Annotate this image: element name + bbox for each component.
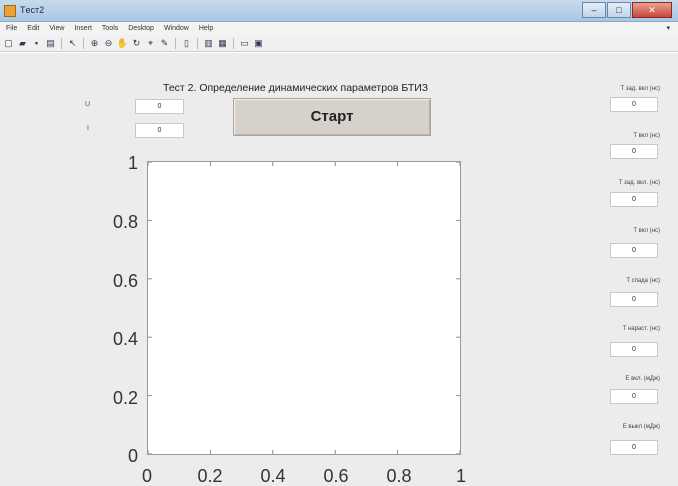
param-label: T нараст. (нс) xyxy=(622,326,660,332)
y-tick-label: 0.2 xyxy=(112,388,138,408)
toolbar-separator xyxy=(175,37,176,49)
pointer-icon[interactable]: ↖ xyxy=(67,38,78,49)
window-titlebar: Tест2 – □ ✕ xyxy=(0,0,678,22)
x-tick-label: 0.2 xyxy=(197,466,223,486)
rotate-icon[interactable]: ↻ xyxy=(131,38,142,49)
legend-icon[interactable]: ▦ xyxy=(217,38,228,49)
param-field[interactable]: 0 xyxy=(610,144,658,159)
y-tick-label: 0.6 xyxy=(112,271,138,291)
y-tick-label: 0.4 xyxy=(112,329,138,349)
param-field[interactable]: 0 xyxy=(610,389,658,404)
pan-icon[interactable]: ✋ xyxy=(117,38,128,49)
voltage-label: U xyxy=(85,101,91,108)
data-cursor-icon[interactable]: ⌖ xyxy=(145,38,156,49)
param-label: T вкл (нс) xyxy=(633,228,660,234)
param-field[interactable]: 0 xyxy=(610,440,658,455)
start-button[interactable]: Старт xyxy=(233,98,431,136)
new-icon[interactable]: ▢ xyxy=(3,38,14,49)
colorbar-icon[interactable]: ▥ xyxy=(203,38,214,49)
current-label: I xyxy=(87,125,89,132)
y-tick-label: 1 xyxy=(127,153,138,173)
x-tick-label: 1 xyxy=(455,466,466,486)
x-tick-label: 0 xyxy=(141,466,152,486)
maximize-button[interactable]: □ xyxy=(607,2,631,18)
toolbar-separator xyxy=(233,37,234,49)
param-label: T зад. вкл (нс) xyxy=(620,86,660,92)
figure-toolbar: ▢ ▰ ▪ ▤ ↖ ⊕ ⊖ ✋ ↻ ⌖ ✎ ▯ ▥ ▦ ▭ ▣ xyxy=(0,35,678,52)
plot-axes xyxy=(147,161,461,455)
open-icon[interactable]: ▰ xyxy=(17,38,28,49)
toolbar-separator xyxy=(61,37,62,49)
menu-file[interactable]: File xyxy=(6,25,17,32)
param-label: E вкл. (мДж) xyxy=(625,376,660,382)
menu-desktop[interactable]: Desktop xyxy=(128,25,154,32)
toolbar-separator xyxy=(197,37,198,49)
menu-help[interactable]: Help xyxy=(199,25,213,32)
save-icon[interactable]: ▪ xyxy=(31,38,42,49)
show-plot-icon[interactable]: ▣ xyxy=(253,38,264,49)
x-tick-label: 0.4 xyxy=(260,466,286,486)
menu-tools[interactable]: Tools xyxy=(102,25,118,32)
y-tick-label: 0 xyxy=(127,446,138,466)
param-field[interactable]: 0 xyxy=(610,292,658,307)
close-button[interactable]: ✕ xyxy=(632,2,672,18)
matlab-app-icon xyxy=(4,5,16,17)
window-title: Tест2 xyxy=(20,5,45,15)
y-tick-label: 0.8 xyxy=(112,212,138,232)
window-controls: – □ ✕ xyxy=(582,2,672,18)
menu-edit[interactable]: Edit xyxy=(27,25,39,32)
page-title: Тест 2. Определение динамических парамет… xyxy=(163,82,429,94)
print-icon[interactable]: ▤ xyxy=(45,38,56,49)
param-field[interactable]: 0 xyxy=(610,243,658,258)
menu-overflow-icon[interactable]: ▾ xyxy=(666,24,670,32)
param-label: T зад. вкл. (нс) xyxy=(618,180,660,186)
x-tick-label: 0.8 xyxy=(386,466,412,486)
x-tick-label: 0.6 xyxy=(323,466,349,486)
param-field[interactable]: 0 xyxy=(610,97,658,112)
param-label: E выкл (мДж) xyxy=(622,424,660,430)
menu-bar: File Edit View Insert Tools Desktop Wind… xyxy=(0,22,678,35)
hide-plot-icon[interactable]: ▭ xyxy=(239,38,250,49)
zoom-in-icon[interactable]: ⊕ xyxy=(89,38,100,49)
voltage-field[interactable]: 0 xyxy=(135,99,184,114)
current-field[interactable]: 0 xyxy=(135,123,184,138)
param-field[interactable]: 0 xyxy=(610,192,658,207)
brush-icon[interactable]: ✎ xyxy=(159,38,170,49)
zoom-out-icon[interactable]: ⊖ xyxy=(103,38,114,49)
plot-svg xyxy=(148,162,460,454)
minimize-button[interactable]: – xyxy=(582,2,606,18)
param-label: T вкл (нс) xyxy=(633,133,660,139)
toolbar-separator xyxy=(83,37,84,49)
menu-view[interactable]: View xyxy=(49,25,64,32)
menu-insert[interactable]: Insert xyxy=(74,25,92,32)
param-label: T спада (нс) xyxy=(626,278,660,284)
param-field[interactable]: 0 xyxy=(610,342,658,357)
link-icon[interactable]: ▯ xyxy=(181,38,192,49)
menu-window[interactable]: Window xyxy=(164,25,189,32)
